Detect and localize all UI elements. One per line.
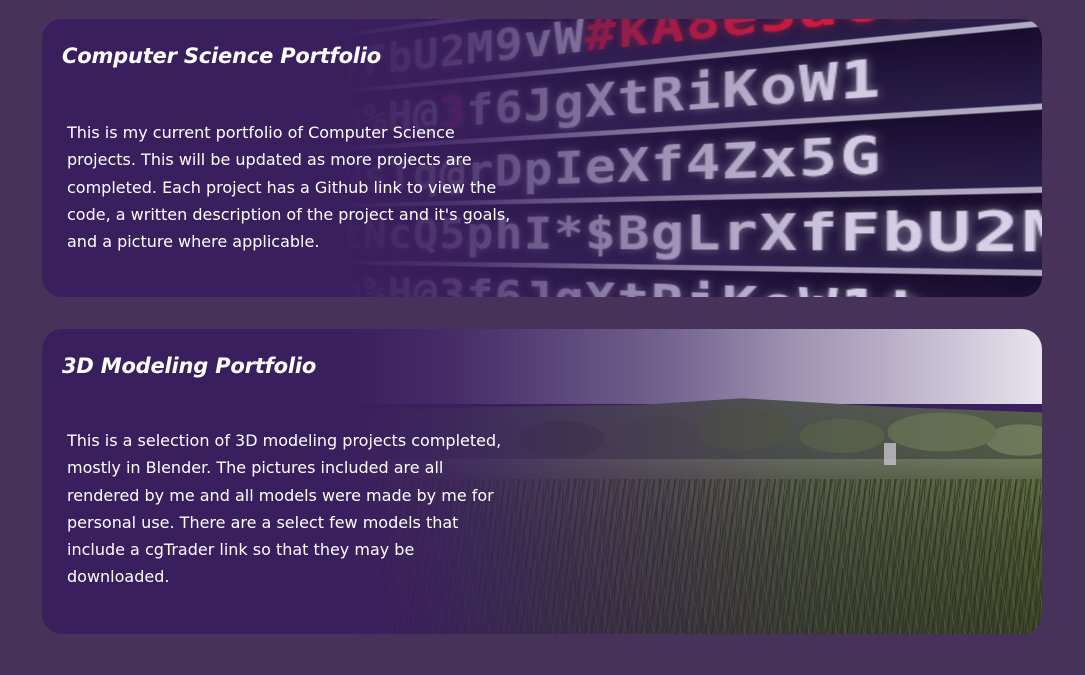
card-title: 3D Modeling Portfolio <box>62 354 317 378</box>
computer-science-portfolio-card[interactable]: f6JgXtRi@4sx5GwB#mKlSvTeDq rDpIeXf4Zx5Gw… <box>42 19 1042 297</box>
3d-modeling-portfolio-card[interactable]: 3D Modeling Portfolio This is a selectio… <box>42 329 1042 634</box>
card-description: This is my current portfolio of Computer… <box>67 123 511 252</box>
card-title: Computer Science Portfolio <box>62 44 382 68</box>
card-description: This is a selection of 3D modeling proje… <box>67 431 502 587</box>
